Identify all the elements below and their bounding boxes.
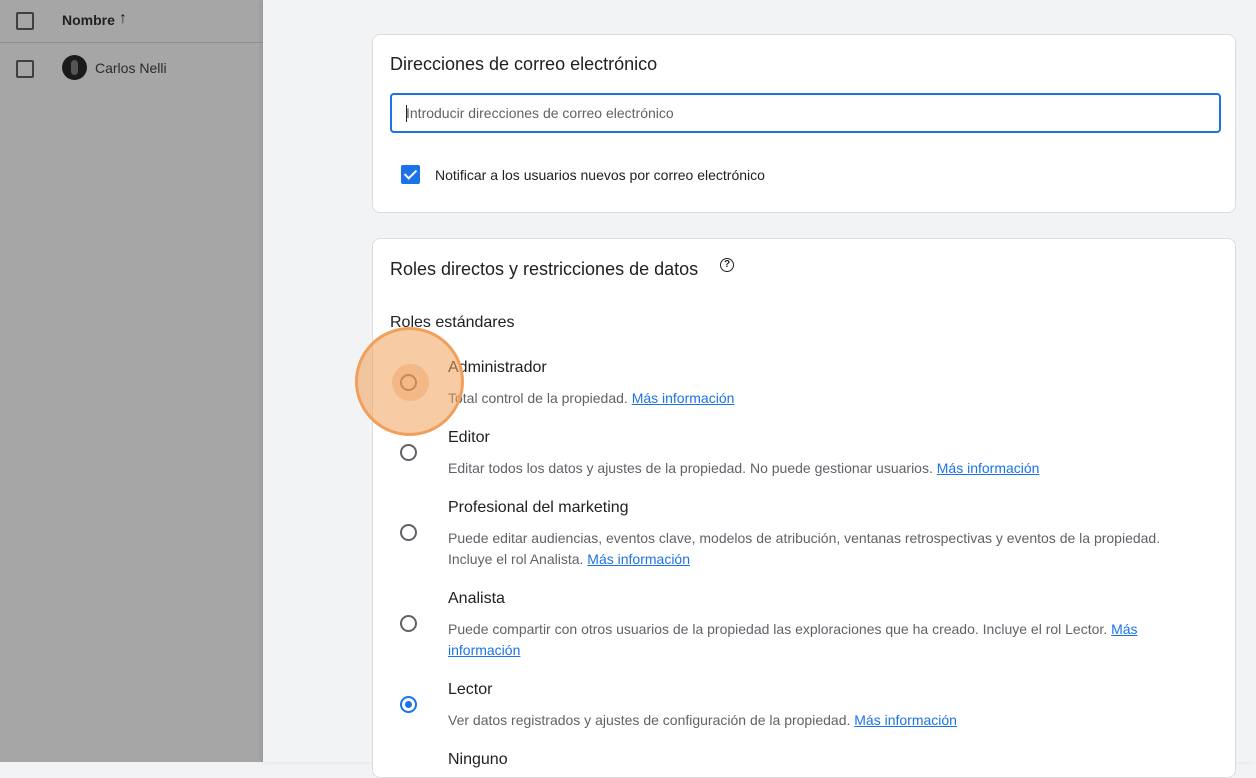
role-description: Total control de la propiedad. Más infor… bbox=[448, 390, 735, 406]
standard-roles-label: Roles estándares bbox=[390, 314, 515, 331]
role-radio[interactable] bbox=[400, 524, 417, 541]
list-item[interactable]: Carlos Nelli bbox=[0, 43, 263, 91]
role-description: Ver datos registrados y ajustes de confi… bbox=[448, 712, 957, 728]
role-name: Ninguno bbox=[448, 751, 508, 768]
avatar bbox=[62, 55, 87, 80]
user-name: Carlos Nelli bbox=[95, 60, 167, 76]
notify-users-checkbox[interactable] bbox=[401, 165, 420, 184]
role-radio[interactable] bbox=[400, 615, 417, 632]
help-icon[interactable]: ? bbox=[720, 258, 734, 272]
role-name: Administrador bbox=[448, 359, 547, 376]
list-header: Nombre ↑ bbox=[0, 0, 263, 43]
email-input[interactable] bbox=[390, 93, 1221, 133]
roles-card: Roles directos y restricciones de datos … bbox=[372, 238, 1236, 778]
role-description: Puede editar audiencias, eventos clave, … bbox=[448, 530, 1161, 567]
text-caret bbox=[406, 105, 407, 122]
role-name: Analista bbox=[448, 590, 505, 607]
notify-users-label[interactable]: Notificar a los usuarios nuevos por corr… bbox=[435, 167, 765, 183]
roles-card-title: Roles directos y restricciones de datos bbox=[390, 259, 699, 279]
select-all-checkbox[interactable] bbox=[16, 12, 34, 30]
role-radio[interactable] bbox=[400, 444, 417, 461]
role-name: Lector bbox=[448, 681, 493, 698]
name-column-header[interactable]: Nombre bbox=[62, 12, 115, 28]
role-radio-selected[interactable] bbox=[400, 696, 417, 713]
role-name: Editor bbox=[448, 429, 490, 446]
email-addresses-card: Direcciones de correo electrónico Notifi… bbox=[372, 34, 1236, 213]
role-description: Editar todos los datos y ajustes de la p… bbox=[448, 460, 1040, 476]
arrow-up-icon[interactable]: ↑ bbox=[119, 10, 127, 28]
add-users-drawer: Direcciones de correo electrónico Notifi… bbox=[263, 0, 1256, 778]
background-user-list: Nombre ↑ Carlos Nelli bbox=[0, 0, 263, 762]
more-info-link[interactable]: Más información bbox=[632, 390, 735, 406]
more-info-link[interactable]: Más información bbox=[854, 712, 957, 728]
more-info-link[interactable]: Más información bbox=[587, 551, 690, 567]
row-checkbox[interactable] bbox=[16, 60, 34, 78]
role-radio[interactable] bbox=[400, 374, 417, 391]
role-description: Puede compartir con otros usuarios de la… bbox=[448, 621, 1138, 658]
more-info-link[interactable]: Más información bbox=[937, 460, 1040, 476]
role-name: Profesional del marketing bbox=[448, 499, 629, 516]
email-card-title: Direcciones de correo electrónico bbox=[390, 54, 658, 74]
